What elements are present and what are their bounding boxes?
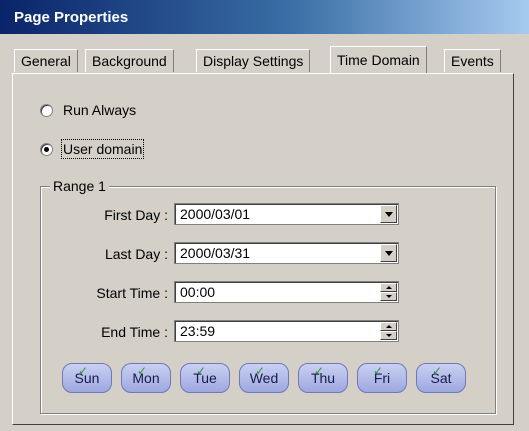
check-icon: ✓ [196,364,207,378]
run-always-option[interactable]: Run Always [40,101,136,119]
end-time-input[interactable]: 23:59 [174,320,399,342]
arrow-up-icon[interactable] [380,283,397,292]
tab-background[interactable]: Background [85,49,174,72]
start-time-spinner[interactable] [380,283,397,301]
chevron-down-icon[interactable] [380,244,397,262]
day-toggle-thu[interactable]: ✓ Thu [298,363,348,393]
run-always-label: Run Always [63,102,137,118]
tab-events[interactable]: Events [444,49,501,72]
arrow-down-icon[interactable] [380,331,397,340]
chevron-down-icon[interactable] [380,205,397,223]
day-toggle-tue[interactable]: ✓ Tue [180,363,230,393]
end-time-spinner[interactable] [380,322,397,340]
tab-general[interactable]: General [14,49,78,72]
arrow-up-icon[interactable] [380,322,397,331]
title-bar: Page Properties [0,0,529,34]
user-domain-option[interactable]: User domain [40,139,145,159]
arrow-down-icon[interactable] [380,292,397,301]
check-icon: ✓ [373,364,384,378]
tab-time-domain[interactable]: Time Domain [330,46,427,73]
first-day-label: First Day : [104,207,168,223]
start-time-label: Start Time : [96,285,168,301]
day-toggle-wed[interactable]: ✓ Wed [239,363,289,393]
check-icon: ✓ [255,364,266,378]
tab-display-settings[interactable]: Display Settings [196,49,311,72]
check-icon: ✓ [314,364,325,378]
end-time-label: End Time : [101,324,168,340]
first-day-dropdown[interactable]: 2000/03/01 [174,203,399,225]
last-day-value: 2000/03/31 [180,245,251,261]
check-icon: ✓ [137,364,148,378]
day-toggle-fri[interactable]: ✓ Fri [357,363,407,393]
check-icon: ✓ [432,364,443,378]
range-title: Range 1 [50,178,109,194]
last-day-dropdown[interactable]: 2000/03/31 [174,242,399,264]
start-time-input[interactable]: 00:00 [174,281,399,303]
window-title: Page Properties [14,9,129,26]
day-toggle-sat[interactable]: ✓ Sat [416,363,466,393]
end-time-value: 23:59 [180,323,216,339]
last-day-label: Last Day : [104,246,168,262]
start-time-value: 00:00 [180,284,216,300]
user-domain-radio[interactable] [40,142,53,156]
first-day-value: 2000/03/01 [180,206,251,222]
day-toggle-mon[interactable]: ✓ Mon [121,363,171,393]
run-always-radio[interactable] [40,103,53,117]
day-toggle-sun[interactable]: ✓ Sun [62,363,112,393]
check-icon: ✓ [78,364,89,378]
user-domain-label: User domain [60,139,145,159]
